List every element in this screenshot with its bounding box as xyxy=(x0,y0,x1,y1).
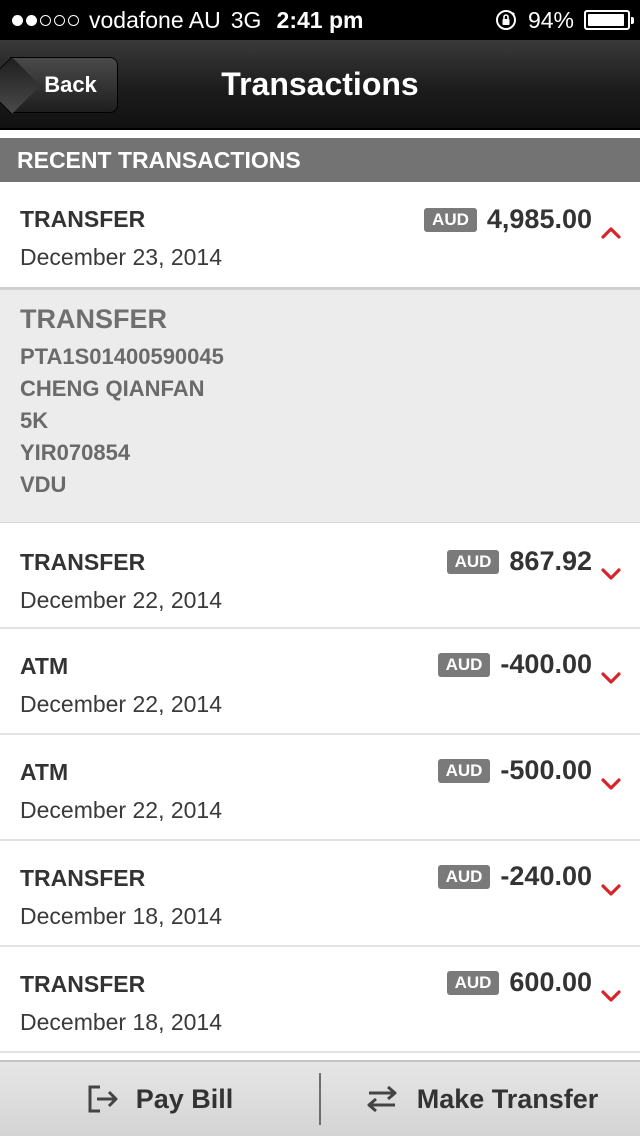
pay-bill-label: Pay Bill xyxy=(135,1083,234,1114)
transaction-type: ATM xyxy=(20,653,69,679)
transaction-type: TRANSFER xyxy=(20,971,146,997)
currency-badge: AUD xyxy=(446,970,500,995)
chevron-down-icon[interactable] xyxy=(600,773,622,795)
exit-arrow-icon xyxy=(88,1085,118,1113)
currency-badge: AUD xyxy=(424,207,477,232)
currency-badge: AUD xyxy=(437,758,491,783)
detail-payee-name: CHENG QIANFAN xyxy=(20,376,205,401)
transaction-row[interactable]: ATM December 22, 2014 AUD -400.00 xyxy=(0,629,640,735)
transaction-amount: 600.00 xyxy=(509,967,592,997)
transaction-row[interactable]: TRANSFER December 18, 2014 AUD 600.00 xyxy=(0,947,640,1053)
transaction-date: December 18, 2014 xyxy=(20,1009,223,1035)
make-transfer-label: Make Transfer xyxy=(416,1083,599,1114)
rotation-lock-icon xyxy=(495,10,516,30)
transaction-amount: 867.92 xyxy=(509,546,592,576)
nav-spacer xyxy=(0,130,640,138)
transaction-type: TRANSFER xyxy=(20,865,146,891)
detail-line: YIR070854 xyxy=(20,440,131,465)
detail-title: TRANSFER xyxy=(20,304,167,334)
detail-line: 5K xyxy=(20,408,49,433)
transaction-type: TRANSFER xyxy=(20,549,146,575)
navigation-bar: Transactions Back xyxy=(0,40,640,130)
battery-percent: 94% xyxy=(527,6,574,33)
transaction-type: TRANSFER xyxy=(20,206,146,232)
transaction-date: December 22, 2014 xyxy=(20,691,223,717)
status-right: 94% xyxy=(494,6,634,34)
swap-arrows-icon xyxy=(367,1085,397,1113)
make-transfer-button[interactable]: Make Transfer xyxy=(321,1062,640,1136)
chevron-up-icon[interactable] xyxy=(600,222,622,244)
transaction-date: December 23, 2014 xyxy=(20,244,223,270)
chevron-down-icon[interactable] xyxy=(600,985,622,1007)
transaction-date: December 18, 2014 xyxy=(20,903,223,929)
transaction-amount: -500.00 xyxy=(500,755,592,785)
currency-badge: AUD xyxy=(446,549,500,574)
transaction-amount: 4,985.00 xyxy=(486,204,592,234)
transaction-row[interactable]: ATM December 22, 2014 AUD -500.00 xyxy=(0,735,640,841)
transaction-row[interactable]: TRANSFER December 22, 2014 AUD 867.92 xyxy=(0,523,640,629)
bottom-toolbar: Pay Bill Make Transfer xyxy=(0,1060,640,1136)
network-type: 3G xyxy=(230,6,262,33)
chevron-down-icon[interactable] xyxy=(600,667,622,689)
detail-line: VDU xyxy=(20,472,67,497)
chevron-down-icon[interactable] xyxy=(600,563,622,585)
transaction-detail-panel: TRANSFER PTA1S01400590045 CHENG QIANFAN … xyxy=(0,287,640,523)
transaction-row[interactable]: TRANSFER December 18, 2014 AUD -240.00 xyxy=(0,841,640,947)
section-header: RECENT TRANSACTIONS xyxy=(0,138,640,182)
currency-badge: AUD xyxy=(437,864,491,889)
status-bar: vodafone AU 3G 2:41 pm 94% xyxy=(0,0,640,40)
transaction-amount: -400.00 xyxy=(500,649,592,679)
battery-icon xyxy=(584,10,634,30)
carrier-name: vodafone AU xyxy=(89,6,221,33)
transaction-type: ATM xyxy=(20,759,69,785)
back-button[interactable]: Back xyxy=(10,57,118,113)
back-button-label: Back xyxy=(44,72,97,97)
signal-strength-icon xyxy=(12,14,79,26)
transaction-row[interactable]: TRANSFER December 23, 2014 AUD 4,985.00 xyxy=(0,182,640,287)
pay-bill-button[interactable]: Pay Bill xyxy=(0,1062,319,1136)
status-left: vodafone AU 3G xyxy=(12,7,261,34)
detail-reference: PTA1S01400590045 xyxy=(20,344,224,369)
transaction-date: December 22, 2014 xyxy=(20,797,223,823)
currency-badge: AUD xyxy=(437,652,491,677)
chevron-down-icon[interactable] xyxy=(600,879,622,901)
transaction-date: December 22, 2014 xyxy=(20,587,223,613)
transaction-amount: -240.00 xyxy=(500,861,592,891)
